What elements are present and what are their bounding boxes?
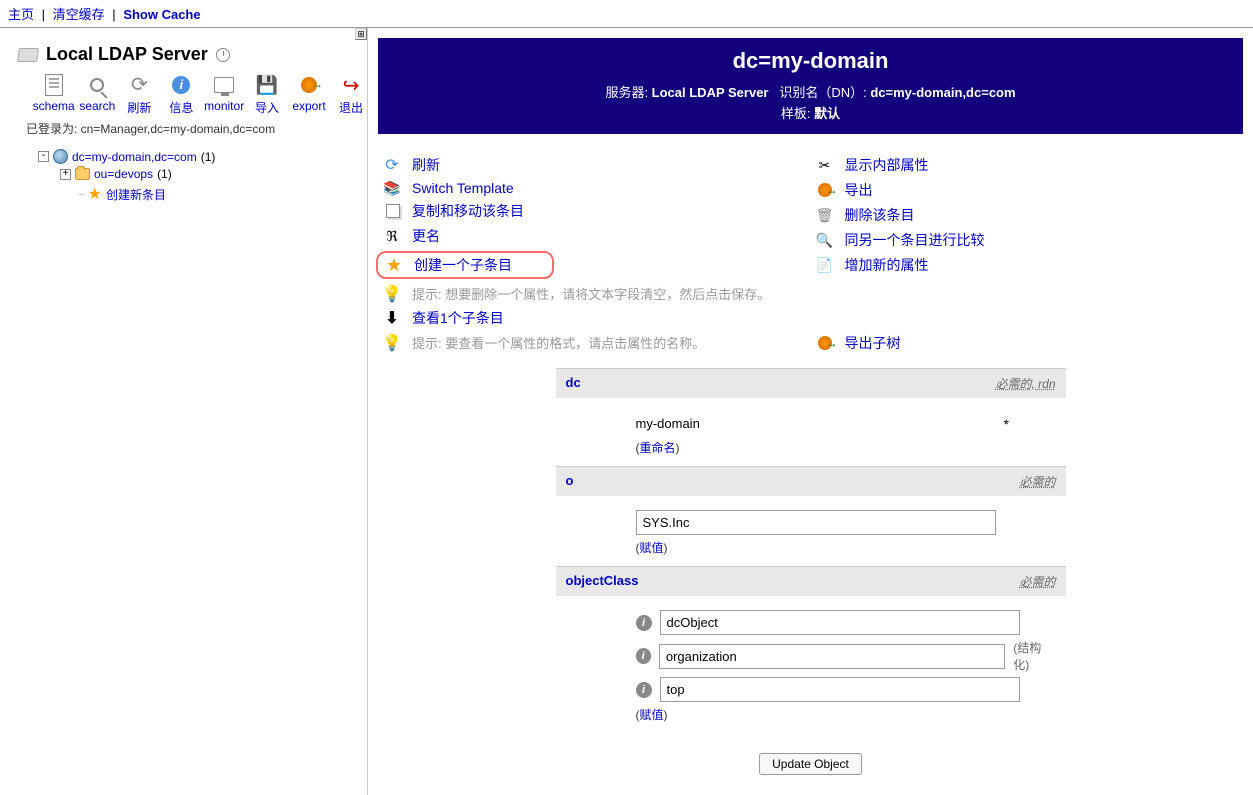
- action-delete[interactable]: 🗑删除该条目: [811, 205, 1244, 225]
- tool-info[interactable]: i信息: [165, 73, 197, 116]
- bulb-icon: 💡: [382, 335, 402, 351]
- export-icon: [301, 77, 317, 93]
- add-icon: 📄: [815, 257, 835, 273]
- attr-header-o: o 必需的: [556, 466, 1066, 496]
- attr-addvalue-oc[interactable]: 赋值: [636, 708, 668, 722]
- tree-root[interactable]: - dc=my-domain,dc=com (1): [38, 149, 367, 164]
- action-create-child[interactable]: ★创建一个子条目: [380, 255, 512, 275]
- nav-show-cache[interactable]: Show Cache: [123, 7, 200, 22]
- update-object-button[interactable]: Update Object: [759, 753, 862, 775]
- bulb-icon: 💡: [382, 286, 402, 302]
- action-copy-move[interactable]: 复制和移动该条目: [378, 201, 811, 221]
- export-icon: [815, 335, 835, 351]
- tool-schema[interactable]: schema: [36, 73, 71, 116]
- action-add-attr[interactable]: 📄增加新的属性: [811, 255, 1244, 275]
- trash-icon: 🗑: [815, 207, 835, 223]
- star-icon: ★: [384, 257, 404, 273]
- attr-value-dc: my-domain: [636, 412, 996, 435]
- document-icon: [45, 74, 63, 96]
- star-icon: ★: [88, 184, 102, 204]
- attr-rename-dc[interactable]: 重命名: [636, 441, 680, 455]
- tree-create-new[interactable]: ┈ ★ 创建新条目: [78, 184, 367, 204]
- rename-icon: ℜ: [382, 228, 402, 244]
- import-icon: 💾: [256, 75, 278, 96]
- attr-addvalue-o[interactable]: 赋值: [636, 541, 668, 555]
- refresh-icon: ⟳: [382, 157, 402, 173]
- search-icon: [90, 78, 104, 92]
- attr-input-oc-2[interactable]: [660, 677, 1020, 702]
- download-icon: ⬇: [382, 310, 402, 326]
- folder-icon: [75, 168, 90, 180]
- action-view-children[interactable]: ⬇查看1个子条目: [378, 308, 811, 328]
- info-icon[interactable]: i: [636, 648, 651, 664]
- tool-logout[interactable]: ↪退出: [335, 73, 367, 116]
- sidebar: ⊞ Local LDAP Server schema search ⟳刷新 i信…: [0, 28, 368, 795]
- globe-icon: [53, 149, 68, 164]
- attr-name-o[interactable]: o: [566, 473, 574, 490]
- action-show-internal[interactable]: ✂显示内部属性: [811, 155, 1244, 175]
- actions: ⟳刷新 📚Switch Template 复制和移动该条目 ℜ更名 ★创建一个子…: [368, 134, 1253, 358]
- sidebar-expand-button[interactable]: ⊞: [355, 28, 367, 40]
- nav-home[interactable]: 主页: [8, 7, 34, 22]
- action-switch-template[interactable]: 📚Switch Template: [378, 180, 811, 196]
- toolbar: schema search ⟳刷新 i信息 monitor 💾导入 export…: [36, 73, 367, 116]
- compare-icon: 🔍: [815, 232, 835, 248]
- template-icon: 📚: [382, 180, 402, 196]
- attribute-table: dc 必需的, rdn my-domain * 重命名 o 必需的 赋值: [556, 368, 1066, 733]
- main-panel: dc=my-domain 服务器: Local LDAP Server 识别名（…: [368, 28, 1253, 795]
- tool-export[interactable]: export: [293, 73, 325, 116]
- tree-child-devops[interactable]: + ou=devops (1): [60, 167, 367, 181]
- copy-icon: [382, 203, 402, 219]
- action-compare[interactable]: 🔍同另一个条目进行比较: [811, 230, 1244, 250]
- hint-attr-format: 💡提示: 要查看一个属性的格式，请点击属性的名称。: [378, 333, 811, 352]
- refresh-icon: ⟳: [131, 75, 148, 95]
- tree: - dc=my-domain,dc=com (1) + ou=devops (1…: [38, 149, 367, 204]
- top-nav: 主页 | 清空缓存 | Show Cache: [0, 0, 1253, 28]
- attr-input-o[interactable]: [636, 510, 996, 535]
- info-icon[interactable]: i: [636, 682, 652, 698]
- tool-import[interactable]: 💾导入: [251, 73, 283, 116]
- tool-search[interactable]: search: [81, 73, 113, 116]
- action-rename[interactable]: ℜ更名: [378, 226, 811, 246]
- entry-header: dc=my-domain 服务器: Local LDAP Server 识别名（…: [378, 38, 1243, 134]
- hint-delete-attr: 💡提示: 想要删除一个属性，请将文本字段清空，然后点击保存。: [378, 284, 811, 303]
- clock-icon[interactable]: [216, 48, 230, 62]
- attr-name-dc[interactable]: dc: [566, 375, 581, 392]
- server-icon: [17, 48, 39, 62]
- action-export[interactable]: 导出: [811, 180, 1244, 200]
- monitor-icon: [214, 77, 234, 93]
- tools-icon: ✂: [815, 157, 835, 173]
- info-icon[interactable]: i: [636, 615, 652, 631]
- login-info: 已登录为: cn=Manager,dc=my-domain,dc=com: [26, 120, 367, 137]
- tool-refresh[interactable]: ⟳刷新: [123, 73, 155, 116]
- server-name: Local LDAP Server: [46, 44, 208, 65]
- expand-icon[interactable]: +: [60, 169, 71, 180]
- logout-icon: ↪: [343, 73, 360, 98]
- info-icon: i: [172, 76, 190, 94]
- attr-input-oc-0[interactable]: [660, 610, 1020, 635]
- attr-name-objectclass[interactable]: objectClass: [566, 573, 639, 590]
- attr-header-dc: dc 必需的, rdn: [556, 368, 1066, 398]
- tool-monitor[interactable]: monitor: [207, 73, 241, 116]
- attr-input-oc-1[interactable]: [659, 644, 1005, 669]
- export-icon: [815, 182, 835, 198]
- attr-header-objectclass: objectClass 必需的: [556, 566, 1066, 596]
- nav-clear-cache[interactable]: 清空缓存: [53, 7, 105, 22]
- collapse-icon[interactable]: -: [38, 151, 49, 162]
- action-export-subtree[interactable]: 导出子树: [811, 333, 1244, 353]
- action-refresh[interactable]: ⟳刷新: [378, 155, 811, 175]
- entry-title: dc=my-domain: [388, 48, 1233, 74]
